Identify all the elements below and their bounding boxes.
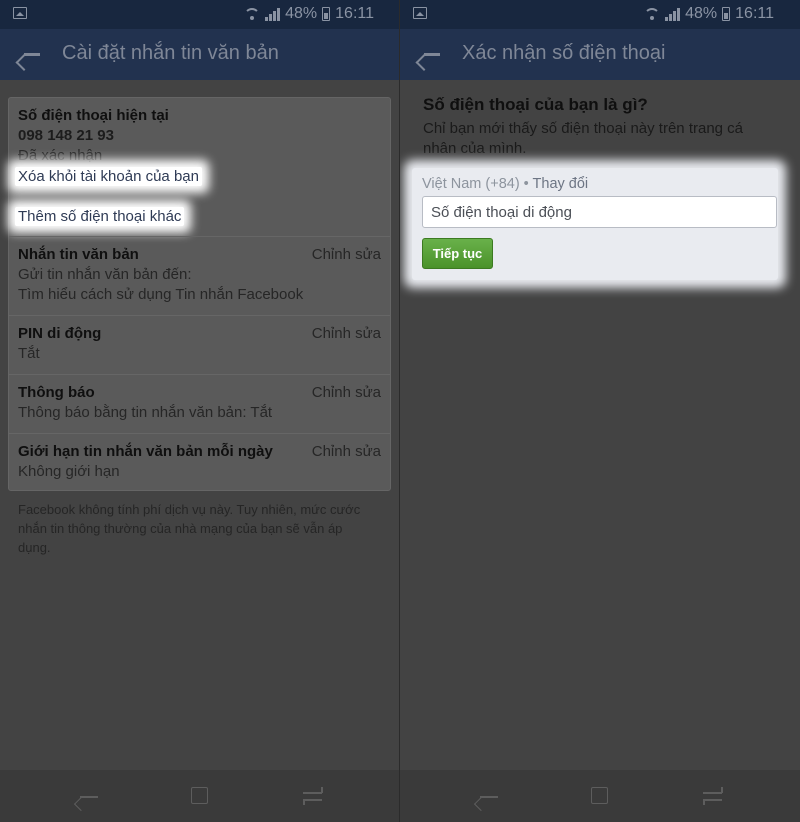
sms-settings-screen: 48% 16:11 Cài đặt nhắn tin văn bản Số đi… [0, 0, 400, 822]
back-arrow-icon[interactable] [15, 41, 46, 71]
notifications-section-title: Thông báo [18, 384, 95, 401]
remove-phone-link[interactable]: Xóa khỏi tài khoản của bạn [15, 167, 202, 186]
signal-icon [665, 7, 681, 21]
back-arrow-icon[interactable] [415, 41, 446, 71]
divider [9, 315, 390, 316]
wifi-icon [244, 8, 261, 20]
current-phone-number: 098 148 21 93 [18, 127, 114, 144]
notifications-value: Thông báo bằng tin nhắn văn bản: Tắt [18, 404, 273, 421]
phone-number-input[interactable] [422, 196, 777, 228]
status-bar: 48% 16:11 [0, 0, 400, 29]
battery-percent: 48% [285, 5, 318, 22]
signal-icon [265, 7, 281, 21]
gallery-icon [413, 7, 427, 19]
notifications-edit-link[interactable]: Chỉnh sửa [312, 384, 381, 401]
fee-disclaimer: Facebook không tính phí dịch vụ này. Tuy… [18, 502, 361, 555]
nav-home-icon[interactable] [591, 787, 608, 804]
clock: 16:11 [735, 5, 774, 22]
daily-limit-edit-link[interactable]: Chỉnh sửa [312, 443, 381, 460]
change-country-link[interactable]: Thay đổi [533, 176, 589, 192]
daily-limit-section-title: Giới hạn tin nhắn văn bản mỗi ngày [18, 443, 273, 460]
battery-icon [322, 7, 331, 21]
nav-back-icon[interactable] [473, 787, 498, 812]
daily-limit-value: Không giới hạn [18, 463, 120, 480]
nav-recent-apps-icon[interactable] [703, 787, 723, 805]
pin-edit-link[interactable]: Chỉnh sửa [312, 325, 381, 342]
country-row: Việt Nam (+84) • Thay đổi [422, 176, 588, 192]
status-right: 48% 16:11 [644, 5, 774, 23]
divider [9, 433, 390, 434]
nav-recent-apps-icon[interactable] [303, 787, 323, 805]
android-nav-bar [400, 770, 800, 822]
privacy-note: Chỉ bạn mới thấy số điện thoại này trên … [423, 120, 744, 157]
divider [9, 374, 390, 375]
clock: 16:11 [335, 5, 374, 22]
country-code: Việt Nam (+84) [422, 176, 520, 192]
pin-value: Tắt [18, 345, 40, 362]
nav-back-icon[interactable] [73, 787, 98, 812]
pin-section-title: PIN di động [18, 325, 102, 342]
add-phone-link[interactable]: Thêm số điện thoại khác [15, 207, 185, 226]
gallery-icon [13, 7, 27, 19]
separator-dot: • [519, 176, 533, 192]
continue-button[interactable]: Tiếp tục [422, 238, 493, 269]
sms-line-2[interactable]: Tìm hiểu cách sử dụng Tin nhắn Facebook [18, 286, 303, 303]
page-title: Cài đặt nhắn tin văn bản [62, 42, 279, 64]
settings-card: Số điện thoại hiện tại 098 148 21 93 Đã … [8, 97, 391, 491]
battery-percent: 48% [685, 5, 718, 22]
battery-icon [722, 7, 731, 21]
verified-status: Đã xác nhận [18, 147, 103, 164]
wifi-icon [644, 8, 661, 20]
sms-edit-link[interactable]: Chỉnh sửa [312, 246, 381, 263]
app-bar: Cài đặt nhắn tin văn bản [0, 29, 400, 80]
sms-line-1: Gửi tin nhắn văn bản đến: [18, 266, 192, 283]
android-nav-bar [0, 770, 400, 822]
confirm-phone-screen: 48% 16:11 Xác nhận số điện thoại Số điện… [400, 0, 800, 822]
status-bar: 48% 16:11 [400, 0, 800, 29]
current-phone-label: Số điện thoại hiện tại [18, 107, 169, 124]
nav-home-icon[interactable] [191, 787, 208, 804]
app-bar: Xác nhận số điện thoại [400, 29, 800, 80]
divider [9, 236, 390, 237]
page-title: Xác nhận số điện thoại [462, 42, 666, 64]
sms-section-title: Nhắn tin văn bản [18, 246, 139, 263]
phone-question: Số điện thoại của bạn là gì? [423, 95, 648, 114]
status-right: 48% 16:11 [244, 5, 374, 23]
